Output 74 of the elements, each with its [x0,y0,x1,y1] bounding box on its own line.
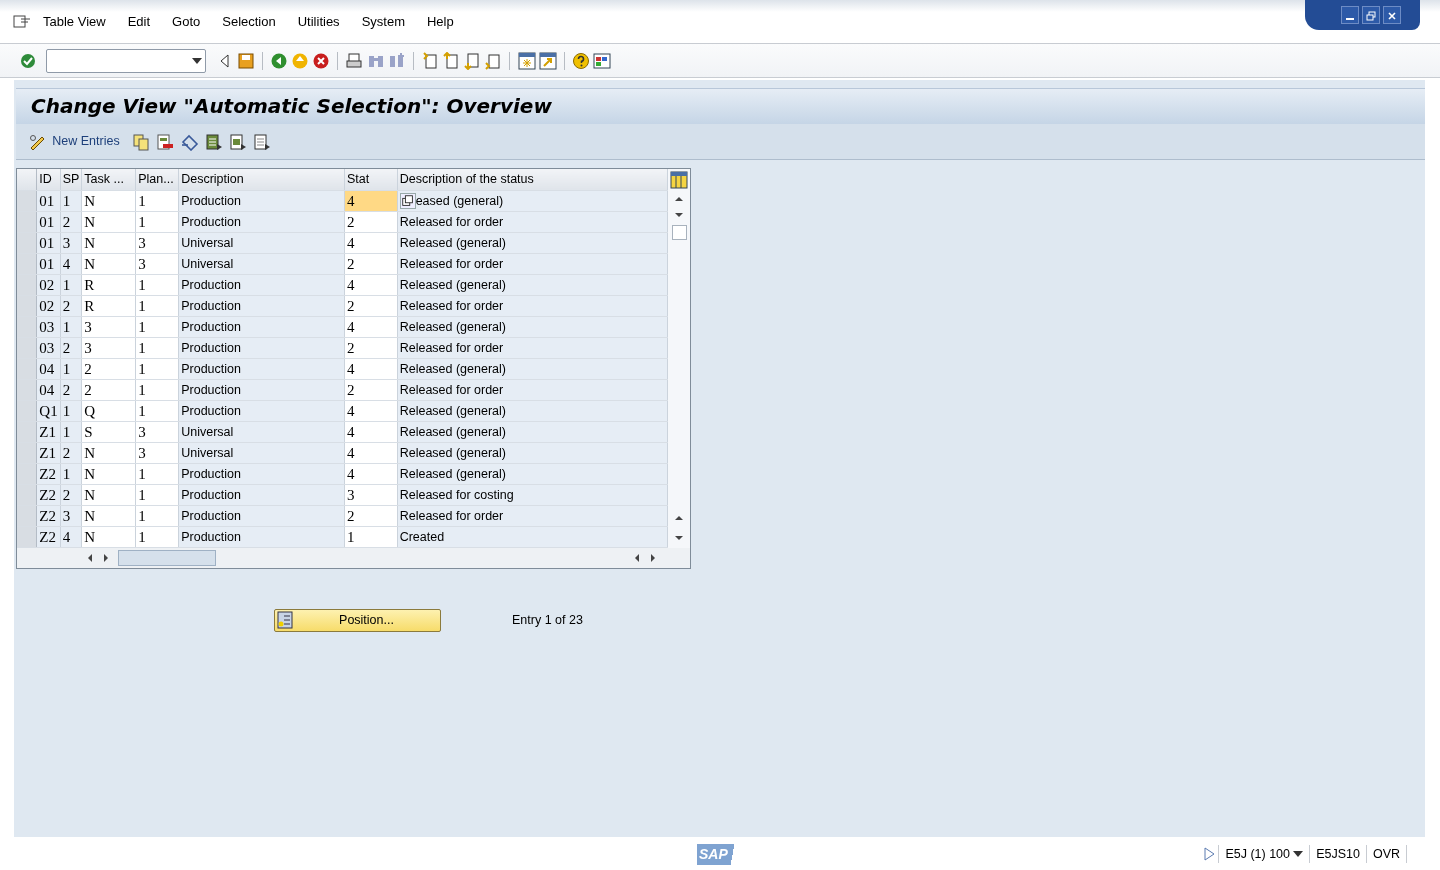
dropdown-arrow-icon[interactable] [1293,851,1304,857]
previous-page-icon[interactable] [442,51,460,70]
column-header[interactable]: Description [178,169,345,190]
menu-item[interactable]: Edit [127,11,151,32]
column-header[interactable]: Task ... [81,169,136,190]
menu-icon[interactable] [12,14,31,29]
minimize-icon [1346,18,1354,21]
select-block-icon[interactable] [229,132,248,151]
table-cell: Released (general) [397,358,668,379]
close-button[interactable] [1383,6,1402,24]
server-name: E5JS10 [1310,844,1367,864]
menu-item[interactable]: Table View [43,11,106,32]
menu-item[interactable]: Help [426,11,454,32]
column-header[interactable]: SP [60,169,82,190]
layout-icon[interactable] [593,51,611,70]
menu-item[interactable]: Selection [222,11,276,32]
menu-item[interactable]: Goto [172,11,201,32]
shortcut-icon[interactable] [538,51,557,70]
scroll-thumb[interactable] [671,225,687,240]
table-cell: Released for costing [397,484,668,505]
next-page-icon[interactable] [463,51,482,70]
table-cell: Released (general) [397,442,668,463]
first-page-icon[interactable] [420,51,439,70]
last-page-icon[interactable] [484,51,503,70]
triangle-right-icon[interactable] [1203,847,1216,861]
menu-item[interactable]: System [361,11,405,32]
position-icon [277,611,293,629]
entry-counter: Entry 1 of 23 [512,611,583,629]
table-cell: Released (general) [397,232,668,253]
back-icon[interactable] [269,51,288,70]
menu-item[interactable]: Utilities [297,11,340,32]
scroll-thumb[interactable] [117,549,216,566]
save-icon[interactable] [236,51,255,70]
table-cell: Released for order [397,211,668,232]
minimize-button[interactable] [1341,6,1359,24]
close-icon [1387,11,1398,22]
table-cell: Released for order [397,295,668,316]
table-cell: Released (general) [397,463,668,484]
table-cell: Released for order [397,505,668,526]
table-cell: Released (general) [397,316,668,337]
table-cell: Created [397,526,668,547]
pencil-glasses-icon[interactable] [28,132,46,151]
table-cell: Released (general) [397,400,668,421]
delete-rows-icon[interactable] [156,132,175,151]
table-cell: Released (general) [397,274,668,295]
position-button[interactable]: Position... [274,608,441,632]
copy-icon[interactable] [132,132,151,151]
cancel-icon[interactable] [312,51,331,70]
column-settings-icon[interactable] [670,169,689,191]
table-cell: Released (general) [397,421,668,442]
help-icon[interactable] [571,51,590,70]
table-cell-text: eased (general) [415,192,504,210]
insert-mode: OVR [1366,844,1407,864]
screen-title: Change View "Automatic Selection": Overview [16,88,1425,124]
print-icon[interactable] [345,51,364,70]
table-cell: Released for order [397,337,668,358]
column-header[interactable]: Description of the status [397,169,668,190]
system-info: E5J (1) 100 [1225,845,1290,863]
command-field[interactable] [46,48,207,73]
scroll-right-icon[interactable] [648,551,658,564]
popup-icon[interactable] [399,192,416,209]
deselect-all-icon[interactable] [253,132,272,151]
new-entries-button[interactable]: New Entries [52,132,120,151]
table-cell: Released for order [397,379,668,400]
table-cell: Released for order [397,253,668,274]
restore-icon [1366,11,1377,22]
column-header[interactable]: ID [36,169,61,190]
column-header[interactable]: Plan... [135,169,179,190]
new-session-icon[interactable] [517,51,536,70]
restore-button[interactable] [1362,6,1381,24]
column-header[interactable]: Stat [344,169,398,190]
dropdown-arrow-icon[interactable] [192,57,202,64]
checkmark-icon[interactable] [18,51,37,70]
select-all-icon[interactable] [204,132,223,151]
